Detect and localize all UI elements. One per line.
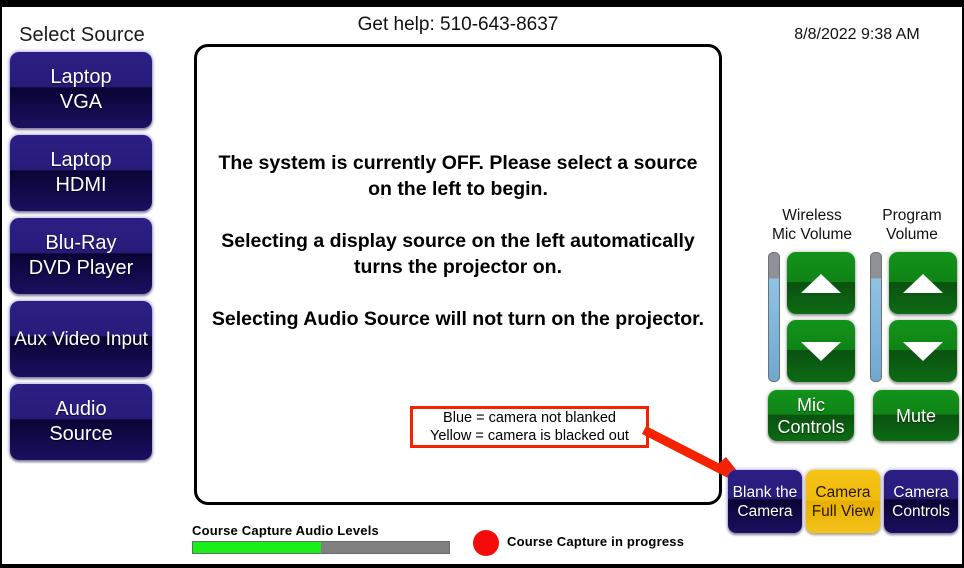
callout-line-2: Yellow = camera is blacked out bbox=[430, 428, 629, 444]
help-phone-text: Get help: 510-643-8637 bbox=[357, 14, 559, 35]
program-level-meter bbox=[870, 252, 882, 382]
program-volume-down-button[interactable] bbox=[889, 320, 957, 382]
blank-the-camera-button[interactable]: Blank the Camera bbox=[728, 470, 802, 533]
sidebar-item-label-line1: Audio bbox=[55, 398, 107, 420]
sidebar-item-label-line1: Laptop bbox=[50, 66, 112, 88]
course-capture-levels-label: Course Capture Audio Levels bbox=[192, 523, 379, 538]
sidebar-item-laptop-hdmi[interactable]: Laptop HDMI bbox=[10, 135, 152, 211]
status-paragraph-2: Selecting a display source on the left a… bbox=[221, 230, 695, 278]
sidebar-item-label-line2: DVD Player bbox=[28, 257, 134, 279]
av-control-panel-screen: Select Source Laptop VGA Laptop HDMI Blu… bbox=[0, 0, 964, 568]
wireless-mic-volume-down-button[interactable] bbox=[787, 320, 855, 382]
mute-button[interactable]: Mute bbox=[873, 390, 959, 441]
sidebar-item-label-line1: Blu-Ray bbox=[45, 232, 117, 254]
mute-label: Mute bbox=[895, 405, 937, 426]
bottom-border-strip bbox=[2, 564, 962, 568]
mic-controls-label-line1: Mic bbox=[797, 394, 825, 415]
sidebar-item-aux-video-input[interactable]: Aux Video Input bbox=[10, 301, 152, 377]
mic-controls-button[interactable]: Mic Controls bbox=[768, 390, 854, 441]
datetime-display: 8/8/2022 9:38 AM bbox=[794, 26, 920, 43]
sidebar-item-label-line2: Source bbox=[49, 423, 113, 445]
camera-legend-callout: Blue = camera not blanked Yellow = camer… bbox=[410, 406, 649, 448]
camera-full-view-button[interactable]: Camera Full View bbox=[806, 470, 880, 533]
callout-line-1: Blue = camera not blanked bbox=[443, 410, 616, 426]
sidebar-item-bluray-dvd[interactable]: Blu-Ray DVD Player bbox=[10, 218, 152, 294]
sidebar-item-laptop-vga[interactable]: Laptop VGA bbox=[10, 52, 152, 128]
camera-controls-label-line2: Controls bbox=[892, 502, 950, 520]
wireless-mic-volume-label-line1: Wireless bbox=[782, 207, 842, 224]
camera-full-view-label-line1: Camera bbox=[815, 483, 871, 501]
wireless-mic-level-meter bbox=[768, 252, 780, 382]
course-capture-level-fill bbox=[193, 542, 321, 553]
wireless-mic-volume-label: Wireless Mic Volume bbox=[760, 206, 864, 244]
blank-camera-label-line1: Blank the bbox=[732, 483, 798, 501]
top-border-strip bbox=[2, 0, 962, 7]
triangle-up-icon bbox=[903, 273, 943, 293]
triangle-down-icon bbox=[903, 341, 943, 361]
page-title: Select Source bbox=[19, 24, 145, 46]
status-paragraph-1: The system is currently OFF. Please sele… bbox=[218, 152, 698, 200]
camera-controls-button[interactable]: Camera Controls bbox=[884, 470, 958, 533]
program-volume-label-line1: Program bbox=[882, 207, 942, 224]
program-volume-label: Program Volume bbox=[860, 206, 962, 244]
program-volume-label-line2: Volume bbox=[886, 226, 938, 243]
sidebar-item-label-line1: Aux Video Input bbox=[14, 328, 148, 350]
course-capture-status-text: Course Capture in progress bbox=[507, 534, 685, 549]
program-volume-up-button[interactable] bbox=[889, 252, 957, 314]
record-dot-icon bbox=[473, 530, 499, 556]
sidebar-item-label-line2: HDMI bbox=[55, 174, 107, 196]
camera-controls-label-line1: Camera bbox=[893, 483, 949, 501]
sidebar-item-label-line1: Laptop bbox=[50, 149, 112, 171]
camera-full-view-label-line2: Full View bbox=[811, 502, 875, 520]
wireless-mic-volume-up-button[interactable] bbox=[787, 252, 855, 314]
status-paragraph-3: Selecting Audio Source will not turn on … bbox=[211, 308, 705, 330]
wireless-mic-volume-label-line2: Mic Volume bbox=[771, 226, 853, 243]
system-status-message: The system is currently OFF. Please sele… bbox=[210, 150, 706, 332]
course-capture-level-meter bbox=[192, 541, 450, 554]
mic-controls-label-line2: Controls bbox=[777, 416, 845, 437]
sidebar-item-audio-source[interactable]: Audio Source bbox=[10, 384, 152, 460]
blank-camera-label-line2: Camera bbox=[737, 502, 793, 520]
triangle-down-icon bbox=[801, 341, 841, 361]
triangle-up-icon bbox=[801, 273, 841, 293]
sidebar-item-label-line2: VGA bbox=[59, 91, 103, 113]
